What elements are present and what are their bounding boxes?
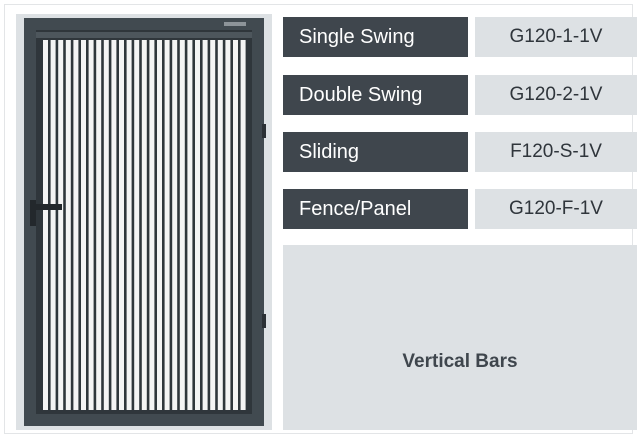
model-row-fence-panel: Fence/Panel G120-F-1V xyxy=(283,189,637,229)
gate-bar xyxy=(164,40,170,410)
gate-bar xyxy=(179,40,185,410)
gate-plate xyxy=(224,22,246,26)
gate-bar xyxy=(81,40,86,410)
model-type-label: Double Swing xyxy=(283,75,468,115)
model-type-label: Fence/Panel xyxy=(283,189,468,229)
gate-bar xyxy=(119,40,124,410)
gate-bar xyxy=(96,40,102,410)
gate-bar xyxy=(103,40,109,410)
gate-bar xyxy=(73,40,79,410)
gate-top-rail xyxy=(36,32,252,38)
gate-bar xyxy=(43,40,48,410)
gate-bar xyxy=(202,40,208,410)
feature-box: Vertical Bars xyxy=(283,245,637,430)
vertical-bar-gate-icon xyxy=(24,18,266,426)
gate-bar xyxy=(141,40,147,410)
gate-bar xyxy=(240,40,246,410)
gate-bar xyxy=(134,40,140,410)
model-code: F120-S-1V xyxy=(475,132,637,172)
gate-bar xyxy=(126,40,132,410)
model-code: G120-2-1V xyxy=(475,75,637,115)
gate-bar xyxy=(157,40,162,410)
model-type-label: Single Swing xyxy=(283,17,468,57)
gate-latch xyxy=(32,204,62,210)
gate-bar xyxy=(58,40,64,410)
gate-hinge-bottom xyxy=(262,314,266,328)
model-row-sliding: Sliding F120-S-1V xyxy=(283,132,637,172)
gate-bar xyxy=(233,40,238,410)
model-row-single-swing: Single Swing G120-1-1V xyxy=(283,17,637,57)
gate-image xyxy=(16,14,272,430)
gate-bar xyxy=(149,40,155,410)
feature-label: Vertical Bars xyxy=(402,351,518,372)
gate-bar xyxy=(111,40,117,410)
gate-latch-post xyxy=(30,200,36,226)
gate-bar xyxy=(50,40,56,410)
gate-bar xyxy=(210,40,216,410)
gate-bar xyxy=(88,40,94,410)
gate-bar xyxy=(195,40,200,410)
model-code: G120-F-1V xyxy=(475,189,637,229)
gate-bar xyxy=(225,40,231,410)
gate-hinge-top xyxy=(262,124,266,138)
gate-bar xyxy=(187,40,193,410)
model-row-double-swing: Double Swing G120-2-1V xyxy=(283,75,637,115)
model-type-label: Sliding xyxy=(283,132,468,172)
gate-bar xyxy=(65,40,71,410)
gate-bar xyxy=(172,40,178,410)
gate-bar xyxy=(217,40,223,410)
model-code: G120-1-1V xyxy=(475,17,637,57)
